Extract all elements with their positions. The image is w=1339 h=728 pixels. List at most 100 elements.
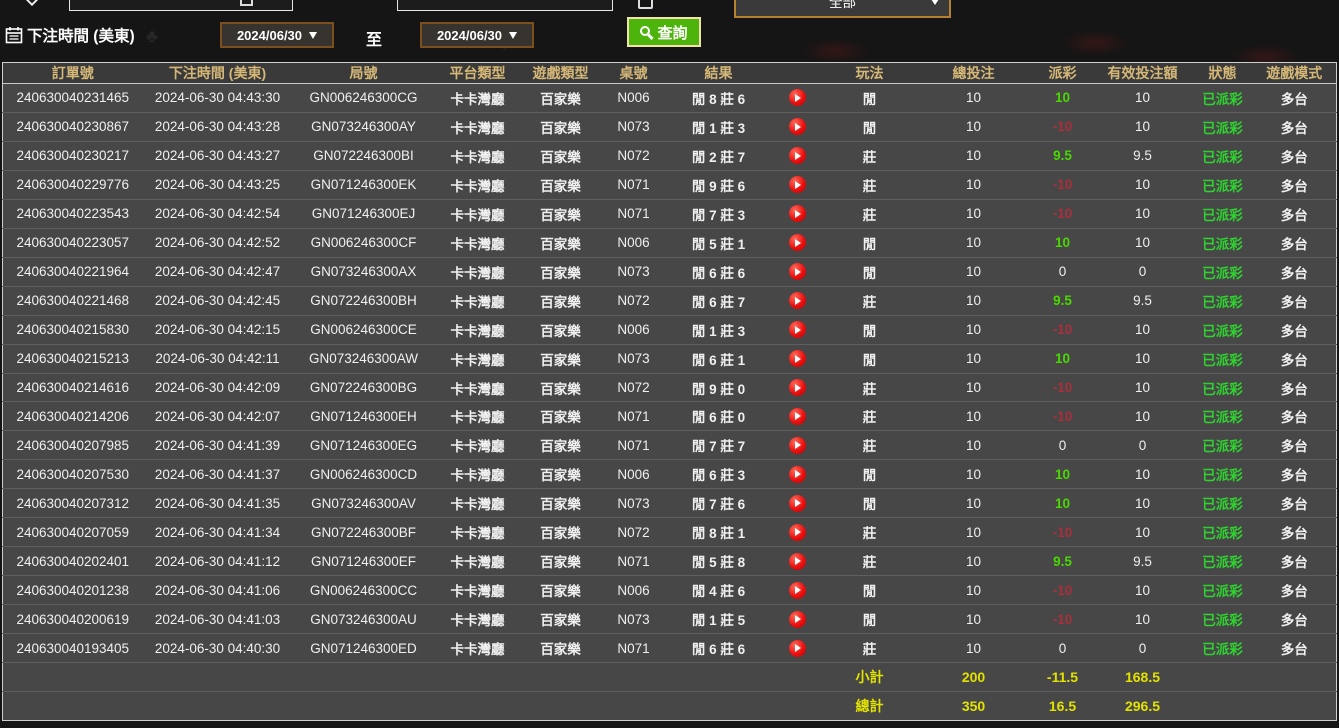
cell: 閒 xyxy=(825,257,915,286)
play-icon xyxy=(795,123,801,131)
cell: 莊 xyxy=(825,402,915,431)
filter-input-2[interactable] xyxy=(397,0,613,11)
cell: 多台 xyxy=(1253,257,1337,286)
cell: N006 xyxy=(601,84,667,113)
cell: 已派彩 xyxy=(1193,84,1253,113)
cell: 已派彩 xyxy=(1193,518,1253,547)
cell: 已派彩 xyxy=(1193,605,1253,634)
cell: N071 xyxy=(601,402,667,431)
play-video-button[interactable] xyxy=(789,553,806,570)
cell: 10 xyxy=(915,402,1033,431)
cell: 閒 8 莊 6 xyxy=(667,84,771,113)
table-row: 2406300402012382024-06-30 04:41:06GN0062… xyxy=(3,576,1337,605)
cell xyxy=(771,315,825,344)
cell: 閒 4 莊 6 xyxy=(667,576,771,605)
cell xyxy=(771,286,825,315)
cell: 240630040201238 xyxy=(3,576,143,605)
play-video-button[interactable] xyxy=(789,582,806,599)
cell: 10 xyxy=(1093,344,1193,373)
cell: 0 xyxy=(1093,257,1193,286)
play-video-button[interactable] xyxy=(789,437,806,454)
play-video-button[interactable] xyxy=(789,292,806,309)
cell xyxy=(3,663,143,692)
cell: GN073246300AX xyxy=(293,257,435,286)
cell: GN072246300BI xyxy=(293,141,435,170)
play-video-button[interactable] xyxy=(789,89,806,106)
play-video-button[interactable] xyxy=(789,495,806,512)
bet-time-label: 下注時間 (美東) xyxy=(5,24,135,46)
play-video-button[interactable] xyxy=(789,611,806,628)
play-icon xyxy=(795,355,801,363)
play-video-button[interactable] xyxy=(789,234,806,251)
play-icon xyxy=(795,499,801,507)
play-video-button[interactable] xyxy=(789,147,806,164)
cell: 240630040214616 xyxy=(3,373,143,402)
table-row: 2406300402158302024-06-30 04:42:15GN0062… xyxy=(3,315,1337,344)
play-video-button[interactable] xyxy=(789,408,806,425)
cell: 多台 xyxy=(1253,605,1337,634)
table-row: 2406300402152132024-06-30 04:42:11GN0732… xyxy=(3,344,1337,373)
cell: 10 xyxy=(1093,84,1193,113)
play-video-button[interactable] xyxy=(789,118,806,135)
cell: 240630040221964 xyxy=(3,257,143,286)
cell: 2024-06-30 04:42:52 xyxy=(143,228,293,257)
cell xyxy=(435,663,521,692)
cell: 卡卡灣廳 xyxy=(435,605,521,634)
cell: N072 xyxy=(601,518,667,547)
cell: 2024-06-30 04:42:11 xyxy=(143,344,293,373)
play-video-button[interactable] xyxy=(789,176,806,193)
date-from-select[interactable]: 2024/06/30 xyxy=(220,22,334,48)
cell: 10 xyxy=(915,547,1033,576)
cell: GN072246300BF xyxy=(293,518,435,547)
cell: 2024-06-30 04:42:45 xyxy=(143,286,293,315)
cell: 閒 6 莊 1 xyxy=(667,344,771,373)
cell: 閒 7 莊 6 xyxy=(667,489,771,518)
play-video-button[interactable] xyxy=(789,321,806,338)
play-icon xyxy=(795,528,801,536)
play-icon xyxy=(795,586,801,594)
play-video-button[interactable] xyxy=(789,466,806,483)
date-to-select[interactable]: 2024/06/30 xyxy=(420,22,534,48)
cell: 閒 8 莊 1 xyxy=(667,518,771,547)
cell: N006 xyxy=(601,576,667,605)
cell: 240630040229776 xyxy=(3,170,143,199)
table-body: 2406300402314652024-06-30 04:43:30GN0062… xyxy=(3,84,1337,721)
column-header: 訂單號 xyxy=(3,63,143,84)
cell: 2024-06-30 04:42:47 xyxy=(143,257,293,286)
cell xyxy=(521,692,601,721)
cell: 多台 xyxy=(1253,199,1337,228)
cell: 10 xyxy=(915,489,1033,518)
cell: 閒 xyxy=(825,112,915,141)
cell: 10 xyxy=(1093,605,1193,634)
to-label: 至 xyxy=(366,26,382,50)
cell: 多台 xyxy=(1253,634,1337,663)
play-video-button[interactable] xyxy=(789,379,806,396)
cell: 200 xyxy=(915,663,1033,692)
cell xyxy=(1193,663,1253,692)
play-video-button[interactable] xyxy=(789,640,806,657)
filter-dropdown[interactable]: 全部 xyxy=(734,0,951,18)
cell: 閒 xyxy=(825,315,915,344)
column-header: 派彩 xyxy=(1033,63,1093,84)
cell: 296.5 xyxy=(1093,692,1193,721)
cell: 10 xyxy=(915,634,1033,663)
play-video-button[interactable] xyxy=(789,205,806,222)
cell: 10 xyxy=(915,431,1033,460)
cell: 閒 xyxy=(825,576,915,605)
cell: 2024-06-30 04:43:30 xyxy=(143,84,293,113)
cell: 已派彩 xyxy=(1193,634,1253,663)
cell: 2024-06-30 04:41:37 xyxy=(143,460,293,489)
cell: 240630040200619 xyxy=(3,605,143,634)
search-button[interactable]: 查詢 xyxy=(627,17,701,47)
filter-input-1[interactable] xyxy=(69,0,293,11)
cell xyxy=(601,692,667,721)
play-video-button[interactable] xyxy=(789,524,806,541)
cell: 10 xyxy=(1093,228,1193,257)
cell: 2024-06-30 04:41:39 xyxy=(143,431,293,460)
cell: N006 xyxy=(601,460,667,489)
play-video-button[interactable] xyxy=(789,263,806,280)
play-video-button[interactable] xyxy=(789,350,806,367)
cell: 10 xyxy=(915,141,1033,170)
cell xyxy=(771,605,825,634)
cell: 百家樂 xyxy=(521,402,601,431)
